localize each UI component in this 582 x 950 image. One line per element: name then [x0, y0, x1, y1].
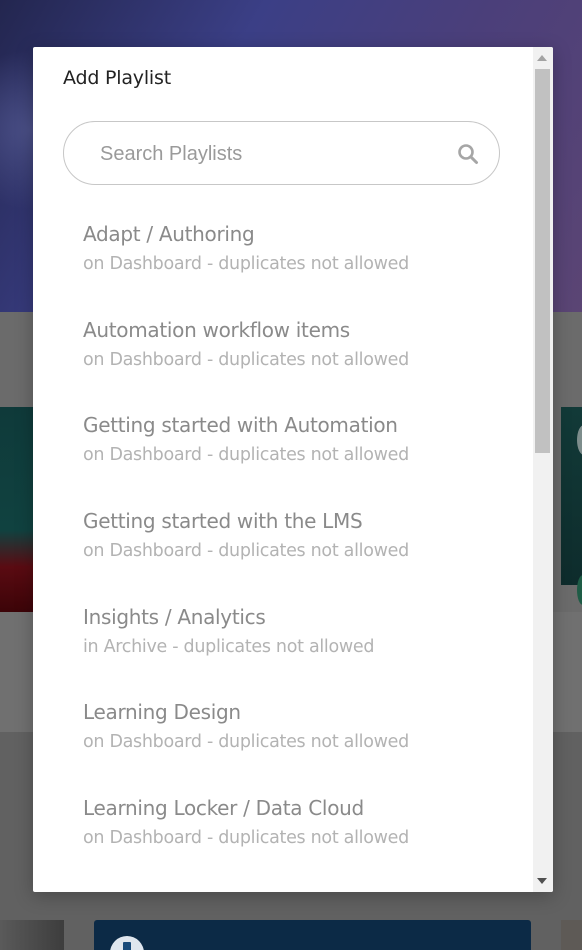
- playlist-name: Insights / Analytics: [83, 604, 266, 629]
- playlist-location: in Archive - duplicates not allowed: [83, 636, 375, 657]
- playlist-location: on Dashboard - duplicates not allowed: [83, 541, 409, 562]
- search-icon[interactable]: [457, 143, 479, 165]
- card-thumbnail-left: [0, 407, 34, 612]
- playlist-item[interactable]: Insights / Analytics in Archive - duplic…: [33, 590, 533, 686]
- dialog-title: Add Playlist: [63, 67, 171, 89]
- playlist-name: Learning Design: [83, 700, 241, 725]
- playlist-name: Automation workflow items: [83, 317, 350, 342]
- add-playlist-dialog: Add Playlist Adapt / Authoring on Dashbo…: [33, 47, 553, 892]
- playlist-list: Adapt / Authoring on Dashboard - duplica…: [33, 207, 533, 877]
- tile-thumbnail-left: [0, 920, 64, 950]
- playlist-item[interactable]: Getting started with Automation on Dashb…: [33, 398, 533, 494]
- playlist-item[interactable]: Getting started with the LMS on Dashboar…: [33, 494, 533, 590]
- playlist-item[interactable]: Learning Locker / Data Cloud on Dashboar…: [33, 781, 533, 877]
- scroll-up-arrow-icon[interactable]: [537, 55, 547, 61]
- scrollbar-thumb[interactable]: [535, 69, 550, 453]
- playlist-item[interactable]: Automation workflow items on Dashboard -…: [33, 303, 533, 399]
- playlist-location: on Dashboard - duplicates not allowed: [83, 349, 409, 370]
- playlist-location: on Dashboard - duplicates not allowed: [83, 254, 409, 274]
- content-tile: [94, 920, 531, 950]
- search-field[interactable]: [63, 121, 500, 186]
- playlist-location: on Dashboard - duplicates not allowed: [83, 828, 409, 849]
- tile-thumbnail-right: [561, 920, 582, 950]
- playlist-name: Adapt / Authoring: [83, 222, 255, 246]
- playlist-name: Getting started with Automation: [83, 413, 398, 438]
- vertical-scrollbar[interactable]: [533, 47, 553, 892]
- playlist-name: Learning Locker / Data Cloud: [83, 796, 364, 821]
- playlist-location: on Dashboard - duplicates not allowed: [83, 445, 409, 466]
- scroll-down-arrow-icon[interactable]: [537, 878, 547, 884]
- playlist-location: on Dashboard - duplicates not allowed: [83, 732, 409, 753]
- playlist-item[interactable]: Learning Design on Dashboard - duplicate…: [33, 685, 533, 781]
- playlist-name: Getting started with the LMS: [83, 509, 363, 534]
- search-input[interactable]: [98, 122, 442, 186]
- playlist-item[interactable]: Adapt / Authoring on Dashboard - duplica…: [33, 207, 533, 303]
- card-thumbnail-right: [561, 407, 582, 605]
